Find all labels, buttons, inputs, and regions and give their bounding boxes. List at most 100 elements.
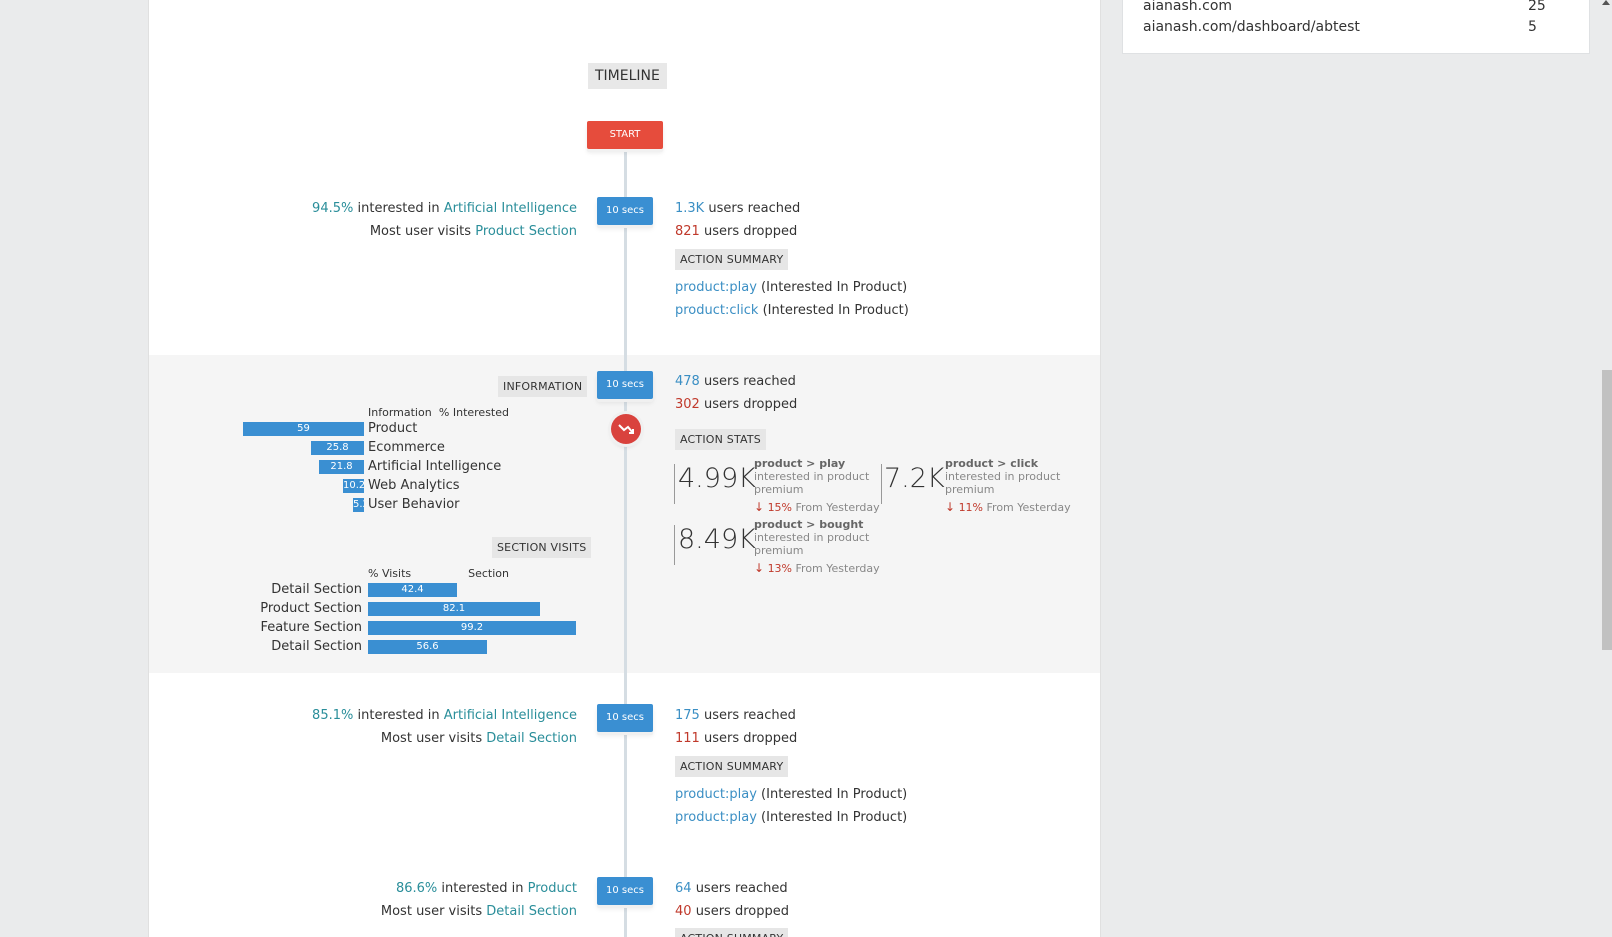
section-label: Feature Section bbox=[260, 620, 362, 635]
information-tag: INFORMATION bbox=[498, 376, 588, 397]
action-summary-tag: ACTION SUMMARY bbox=[675, 249, 789, 270]
stat-value: 7.2K bbox=[884, 463, 945, 494]
stat-divider bbox=[674, 525, 675, 565]
section-bar: 56.6 bbox=[368, 640, 487, 654]
drop-alert-icon bbox=[611, 414, 641, 444]
dropped-text: users dropped bbox=[695, 904, 789, 919]
interest-text: interested in bbox=[357, 201, 440, 216]
action-link[interactable]: product:play bbox=[675, 810, 757, 825]
stat-value: 8.49K bbox=[678, 524, 756, 555]
info-bar: 5.2 bbox=[353, 498, 364, 512]
reached-count: 478 bbox=[675, 374, 700, 389]
users-dropped: 40 users dropped bbox=[675, 904, 789, 919]
action-desc: (Interested In Product) bbox=[761, 787, 908, 802]
users-dropped: 111 users dropped bbox=[675, 731, 797, 746]
section-header-percent: % Visits bbox=[368, 567, 412, 580]
stat-divider bbox=[674, 464, 675, 504]
visits-text: Most user visits bbox=[380, 731, 483, 746]
scrollbar-thumb[interactable] bbox=[1602, 370, 1612, 650]
section-bar: 99.2 bbox=[368, 621, 576, 635]
dropped-text: users dropped bbox=[703, 731, 798, 746]
arrow-down-icon: ↓ bbox=[754, 561, 765, 575]
section-label: Product Section bbox=[260, 601, 362, 616]
info-bar: 25.8 bbox=[311, 441, 364, 455]
visits-text: Most user visits bbox=[369, 224, 472, 239]
interest-percent: 85.1% bbox=[312, 708, 354, 723]
visits-text: Most user visits bbox=[380, 904, 483, 919]
users-reached: 1.3K users reached bbox=[675, 201, 800, 216]
action-link[interactable]: product:play bbox=[675, 787, 757, 802]
visits-section-link[interactable]: Detail Section bbox=[486, 904, 577, 919]
reached-count: 1.3K bbox=[675, 201, 705, 216]
step-duration-button[interactable]: 10 secs bbox=[597, 704, 653, 732]
action-link[interactable]: product:play bbox=[675, 280, 757, 295]
interest-topic-link[interactable]: Artificial Intelligence bbox=[444, 201, 577, 216]
action-item: product:play (Interested In Product) bbox=[675, 787, 907, 802]
stat-value: 4.99K bbox=[678, 463, 756, 494]
visits-section-link[interactable]: Product Section bbox=[475, 224, 577, 239]
info-label: Product bbox=[368, 421, 418, 436]
stat-divider bbox=[881, 464, 882, 504]
stat-delta: ↓ 11% From Yesterday bbox=[945, 500, 1071, 514]
stat-delta: ↓ 13% From Yesterday bbox=[754, 561, 880, 575]
step-duration-button[interactable]: 10 secs bbox=[597, 371, 653, 399]
reached-text: users reached bbox=[708, 201, 801, 216]
dropped-count: 40 bbox=[675, 904, 692, 919]
step-duration-button[interactable]: 10 secs bbox=[597, 197, 653, 225]
users-reached: 175 users reached bbox=[675, 708, 796, 723]
stat-delta: ↓ 15% From Yesterday bbox=[754, 500, 880, 514]
interest-topic-link[interactable]: Artificial Intelligence bbox=[444, 708, 577, 723]
delta-percent: 13% bbox=[767, 562, 793, 575]
action-link[interactable]: product:click bbox=[675, 303, 758, 318]
delta-text: From Yesterday bbox=[795, 501, 880, 514]
info-bar: 10.2 bbox=[343, 479, 364, 493]
top-referrers-panel: aianash.com 25 aianash.com/dashboard/abt… bbox=[1122, 0, 1590, 54]
action-item: product:click (Interested In Product) bbox=[675, 303, 909, 318]
scroll-up-icon[interactable] bbox=[1602, 0, 1610, 5]
interest-text: interested in bbox=[357, 708, 440, 723]
dropped-count: 111 bbox=[675, 731, 700, 746]
referrer-label[interactable]: aianash.com bbox=[1143, 0, 1232, 14]
section-label: Detail Section bbox=[271, 582, 362, 597]
users-reached: 64 users reached bbox=[675, 881, 788, 896]
info-bar: 21.8 bbox=[319, 460, 364, 474]
users-dropped: 302 users dropped bbox=[675, 397, 797, 412]
timeline-panel: TIMELINE START 94.5% interested in Artif… bbox=[148, 0, 1101, 937]
action-summary-tag: ACTION SUMMARY bbox=[675, 928, 789, 937]
dropped-count: 821 bbox=[675, 224, 700, 239]
arrow-down-icon: ↓ bbox=[754, 500, 765, 514]
start-button[interactable]: START bbox=[587, 121, 663, 149]
action-item: product:play (Interested In Product) bbox=[675, 280, 907, 295]
stat-name: product > bought bbox=[754, 518, 864, 531]
action-desc: (Interested In Product) bbox=[761, 810, 908, 825]
section-visits-tag: SECTION VISITS bbox=[492, 537, 592, 558]
reached-count: 175 bbox=[675, 708, 700, 723]
action-summary-tag: ACTION SUMMARY bbox=[675, 756, 789, 777]
referrer-count: 25 bbox=[1528, 0, 1546, 14]
action-stats-tag: ACTION STATS bbox=[675, 429, 766, 450]
interest-topic-link[interactable]: Product bbox=[528, 881, 577, 896]
reached-count: 64 bbox=[675, 881, 692, 896]
stat-desc: interested in product premium bbox=[945, 470, 1061, 496]
users-reached: 478 users reached bbox=[675, 374, 796, 389]
stat-name: product > click bbox=[945, 457, 1039, 470]
referrer-label[interactable]: aianash.com/dashboard/abtest bbox=[1143, 19, 1360, 35]
referrer-count: 5 bbox=[1528, 19, 1537, 35]
delta-percent: 11% bbox=[958, 501, 984, 514]
info-label: Artificial Intelligence bbox=[368, 459, 502, 474]
stat-desc: interested in product premium bbox=[754, 470, 870, 496]
action-desc: (Interested In Product) bbox=[762, 303, 909, 318]
arrow-down-icon: ↓ bbox=[945, 500, 956, 514]
visits-section-link[interactable]: Detail Section bbox=[486, 731, 577, 746]
step-interest: 85.1% interested in Artificial Intellige… bbox=[312, 708, 577, 723]
users-dropped: 821 users dropped bbox=[675, 224, 797, 239]
reached-text: users reached bbox=[703, 374, 796, 389]
interest-percent: 86.6% bbox=[395, 881, 438, 896]
section-bar: 82.1 bbox=[368, 602, 540, 616]
info-header-percent: % Interested bbox=[438, 406, 509, 419]
timeline-title: TIMELINE bbox=[588, 63, 667, 89]
trend-down-icon bbox=[618, 424, 634, 434]
step-duration-button[interactable]: 10 secs bbox=[597, 877, 653, 905]
reached-text: users reached bbox=[695, 881, 788, 896]
info-bar: 59 bbox=[243, 422, 364, 436]
